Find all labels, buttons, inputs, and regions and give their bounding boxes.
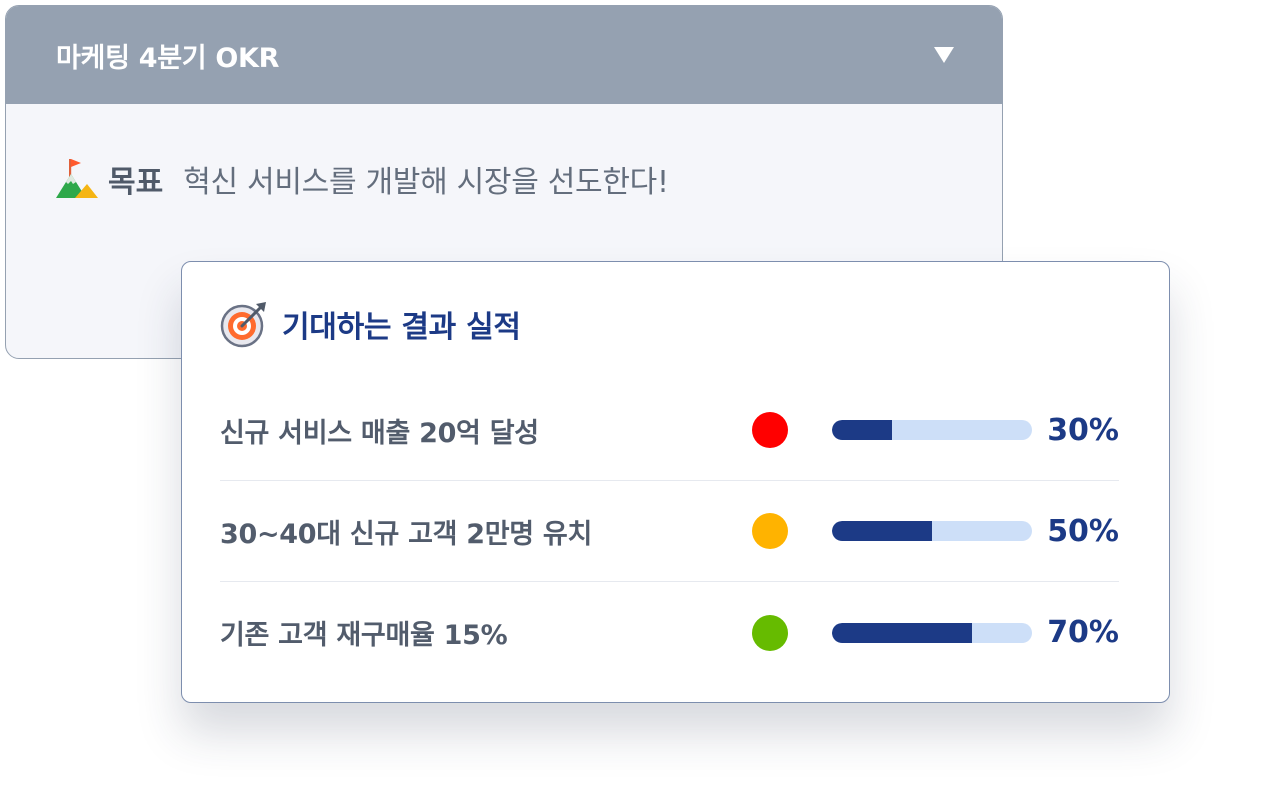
key-result-row: 신규 서비스 매출 20억 달성 30% [220, 380, 1119, 481]
progress-bar-fill [832, 622, 972, 643]
objective-row: 목표 혁신 서비스를 개발해 시장을 선도한다! [6, 104, 1002, 254]
objective-text: 혁신 서비스를 개발해 시장을 선도한다! [183, 165, 669, 200]
key-result-name: 기존 고객 재구매율 15% [220, 620, 508, 651]
progress-percent: 30% [1047, 412, 1119, 448]
progress-bar [832, 420, 1032, 440]
key-result-name: 30~40대 신규 고객 2만명 유치 [220, 518, 593, 550]
progress-bar [832, 622, 1032, 643]
progress-bar [832, 521, 1032, 541]
key-results-list: 신규 서비스 매출 20억 달성 30% 30~40대 신규 고객 2만명 유치… [220, 380, 1119, 683]
progress-bar-fill [832, 420, 892, 440]
status-dot [752, 513, 788, 549]
okr-title: 마케팅 4분기 OKR [56, 42, 280, 74]
progress-percent: 70% [1047, 615, 1119, 650]
triangle-down-icon[interactable] [930, 41, 958, 69]
key-result-name: 신규 서비스 매출 20억 달성 [220, 417, 539, 449]
key-results-title: 기대하는 결과 실적 [282, 310, 521, 345]
target-dart-icon [220, 300, 268, 348]
objective-label: 목표 [108, 165, 164, 200]
key-result-row: 30~40대 신규 고객 2만명 유치 50% [220, 481, 1119, 582]
key-results-heading: 기대하는 결과 실적 [220, 300, 521, 348]
mountain-flag-icon [56, 158, 98, 200]
status-dot [752, 614, 788, 651]
key-results-card: 기대하는 결과 실적 신규 서비스 매출 20억 달성 30% 30~40대 신… [181, 261, 1170, 703]
status-dot [752, 412, 788, 448]
okr-stage: 마케팅 4분기 OKR 목표 혁신 서비스를 개발해 시장을 선도한다! 기대하… [0, 0, 1271, 804]
key-result-row: 기존 고객 재구매율 15% 70% [220, 582, 1119, 683]
okr-panel-header[interactable]: 마케팅 4분기 OKR [6, 6, 1002, 104]
progress-percent: 50% [1047, 513, 1119, 549]
progress-bar-fill [832, 521, 932, 541]
